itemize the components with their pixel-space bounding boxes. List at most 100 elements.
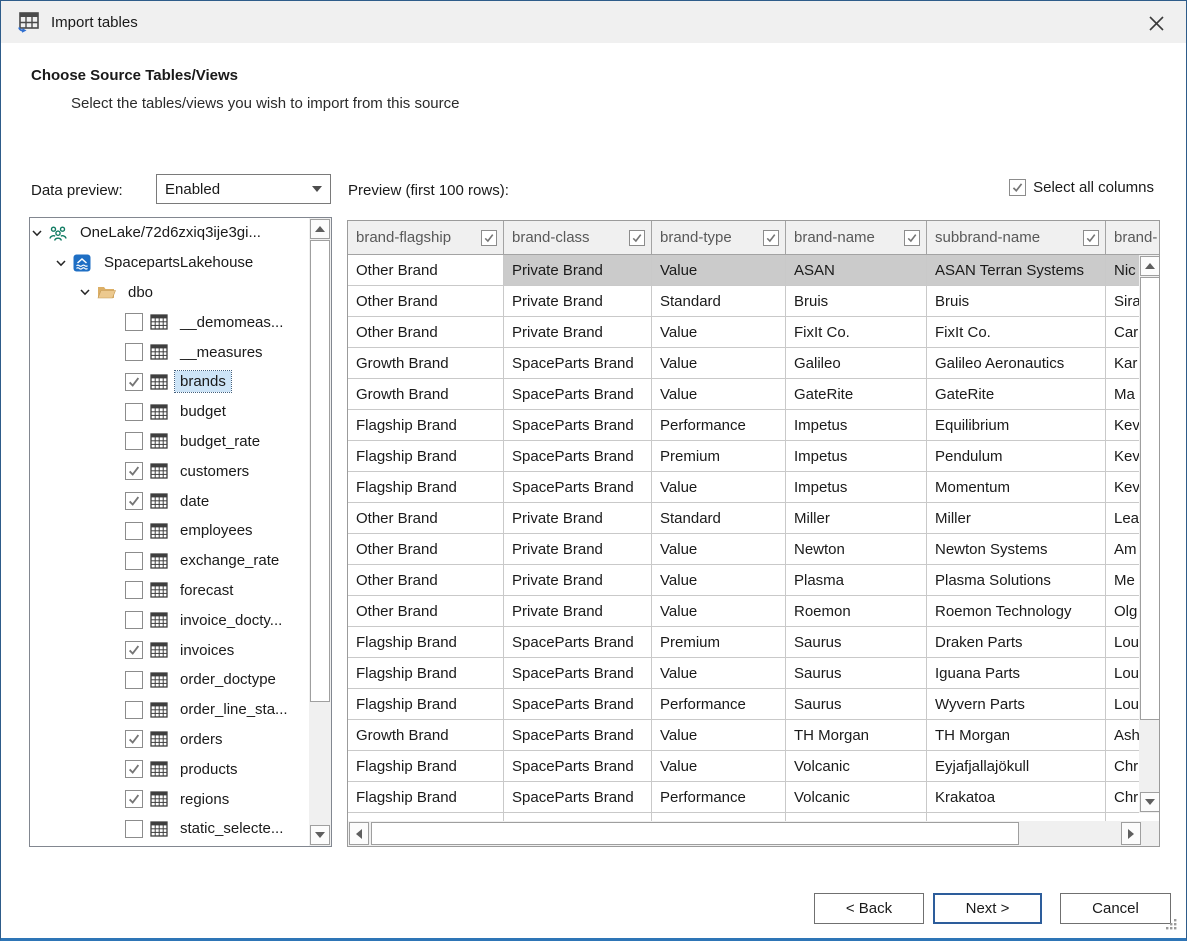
scroll-up-button[interactable] bbox=[310, 219, 330, 239]
table-cell[interactable]: Galileo Aeronautics bbox=[927, 348, 1106, 379]
table-cell[interactable]: Saurus bbox=[786, 627, 927, 658]
chevron-down-icon[interactable] bbox=[78, 285, 92, 299]
tree-item-label[interactable]: __demomeas... bbox=[175, 312, 288, 333]
table-cell[interactable]: SpaceParts Brand bbox=[504, 720, 652, 751]
table-cell[interactable]: Private Brand bbox=[504, 534, 652, 565]
tree-item-label[interactable]: regions bbox=[175, 789, 234, 810]
table-cell[interactable]: Saurus bbox=[786, 658, 927, 689]
close-button[interactable] bbox=[1142, 9, 1170, 37]
checked-checkbox-icon[interactable] bbox=[1083, 230, 1099, 246]
table-cell[interactable]: Eyjafjallajökull bbox=[927, 751, 1106, 782]
table-cell[interactable]: SpaceParts Brand bbox=[504, 627, 652, 658]
table-row[interactable]: Flagship BrandSpaceParts BrandValueImpet… bbox=[348, 472, 1159, 503]
scroll-down-button[interactable] bbox=[310, 825, 330, 845]
tree-item-label[interactable]: exchange_rate bbox=[175, 550, 284, 571]
table-cell[interactable]: Other Brand bbox=[348, 503, 504, 534]
table-cell[interactable]: Draken Parts bbox=[927, 627, 1106, 658]
table-cell[interactable]: Flagship Brand bbox=[348, 627, 504, 658]
table-cell[interactable]: Growth Brand bbox=[348, 379, 504, 410]
unchecked-checkbox-icon[interactable] bbox=[125, 820, 143, 838]
tree-item-label[interactable]: invoice_docty... bbox=[175, 610, 287, 631]
table-cell[interactable]: Plasma bbox=[786, 565, 927, 596]
table-cell[interactable]: Private Brand bbox=[504, 503, 652, 534]
checked-checkbox-icon[interactable] bbox=[125, 492, 143, 510]
select-all-columns-checkbox[interactable]: Select all columns bbox=[1009, 179, 1154, 196]
table-cell[interactable]: ASAN bbox=[786, 255, 927, 286]
table-cell[interactable]: Flagship Brand bbox=[348, 689, 504, 720]
table-cell[interactable]: Performance bbox=[652, 410, 786, 441]
table-cell[interactable]: Other Brand bbox=[348, 534, 504, 565]
tree-item-customers[interactable]: customers bbox=[30, 456, 309, 486]
scroll-up-button[interactable] bbox=[1140, 256, 1160, 276]
table-cell[interactable]: Premium bbox=[652, 441, 786, 472]
tree-item-static_selecte[interactable]: static_selecte... bbox=[30, 814, 309, 844]
table-cell[interactable]: FixIt Co. bbox=[786, 317, 927, 348]
table-cell[interactable]: Value bbox=[652, 596, 786, 627]
tree-item-label[interactable]: customers bbox=[175, 461, 254, 482]
checked-checkbox-icon[interactable] bbox=[125, 462, 143, 480]
table-cell[interactable]: TH Morgan bbox=[786, 720, 927, 751]
table-cell[interactable]: Performance bbox=[652, 782, 786, 813]
checked-checkbox-icon[interactable] bbox=[904, 230, 920, 246]
tree-item-label[interactable]: order_doctype bbox=[175, 669, 281, 690]
table-cell[interactable]: GateRite bbox=[927, 379, 1106, 410]
tree-node-onelake[interactable]: OneLake/72d6zxiq3ije3gi... bbox=[30, 218, 309, 248]
table-row[interactable]: Flagship BrandSpaceParts BrandPerformanc… bbox=[348, 689, 1159, 720]
table-cell[interactable]: Volcanic bbox=[786, 782, 927, 813]
tree-item-label[interactable]: budget bbox=[175, 401, 231, 422]
tree-item-order_doctype[interactable]: order_doctype bbox=[30, 665, 309, 695]
tree-item-label[interactable]: static_selecte... bbox=[175, 818, 288, 839]
column-header-subbrand-name[interactable]: subbrand-name bbox=[927, 221, 1106, 254]
table-cell[interactable]: Private Brand bbox=[504, 317, 652, 348]
unchecked-checkbox-icon[interactable] bbox=[125, 611, 143, 629]
table-row[interactable]: Flagship BrandSpaceParts BrandValueVolca… bbox=[348, 751, 1159, 782]
unchecked-checkbox-icon[interactable] bbox=[125, 522, 143, 540]
table-cell[interactable]: TH Morgan bbox=[927, 720, 1106, 751]
table-cell[interactable]: FixIt Co. bbox=[927, 317, 1106, 348]
table-vertical-scrollbar[interactable] bbox=[1139, 255, 1160, 813]
table-cell[interactable]: Newton bbox=[786, 534, 927, 565]
unchecked-checkbox-icon[interactable] bbox=[125, 313, 143, 331]
table-row[interactable]: Growth BrandSpaceParts BrandValueTH Morg… bbox=[348, 720, 1159, 751]
table-cell[interactable]: GateRite bbox=[786, 379, 927, 410]
table-cell[interactable]: Other Brand bbox=[348, 255, 504, 286]
table-horizontal-scrollbar[interactable] bbox=[348, 821, 1142, 846]
table-cell[interactable]: Flagship Brand bbox=[348, 410, 504, 441]
checked-checkbox-icon[interactable] bbox=[125, 641, 143, 659]
unchecked-checkbox-icon[interactable] bbox=[125, 343, 143, 361]
table-row[interactable]: Other BrandPrivate BrandStandardMillerMi… bbox=[348, 503, 1159, 534]
table-cell[interactable]: Plasma Solutions bbox=[927, 565, 1106, 596]
table-row[interactable]: Growth BrandSpaceParts BrandValueGateRit… bbox=[348, 379, 1159, 410]
table-vscrollbar-thumb[interactable] bbox=[1140, 277, 1160, 720]
tree-item-brands[interactable]: brands bbox=[30, 367, 309, 397]
column-header-brand-name[interactable]: brand-name bbox=[786, 221, 927, 254]
table-cell[interactable]: Krakatoa bbox=[927, 782, 1106, 813]
tree-item-order_line_sta[interactable]: order_line_sta... bbox=[30, 695, 309, 725]
checked-checkbox-icon[interactable] bbox=[125, 730, 143, 748]
table-cell[interactable]: Flagship Brand bbox=[348, 658, 504, 689]
table-cell[interactable]: Miller bbox=[927, 503, 1106, 534]
table-cell[interactable]: Newton Systems bbox=[927, 534, 1106, 565]
table-cell[interactable]: SpaceParts Brand bbox=[504, 782, 652, 813]
tree-item-label[interactable]: date bbox=[175, 491, 214, 512]
resize-grip[interactable] bbox=[1163, 916, 1179, 932]
checked-checkbox-icon[interactable] bbox=[629, 230, 645, 246]
unchecked-checkbox-icon[interactable] bbox=[125, 432, 143, 450]
table-row[interactable]: Other BrandPrivate BrandValueRoemonRoemo… bbox=[348, 596, 1159, 627]
table-row[interactable]: Other BrandPrivate BrandValuePlasmaPlasm… bbox=[348, 565, 1159, 596]
table-cell[interactable]: Flagship Brand bbox=[348, 472, 504, 503]
table-row[interactable]: Flagship BrandSpaceParts BrandPerformanc… bbox=[348, 410, 1159, 441]
tree-node-lakehouse[interactable]: SpacepartsLakehouse bbox=[30, 248, 309, 278]
tree-scrollbar-thumb[interactable] bbox=[310, 240, 330, 702]
checked-checkbox-icon[interactable] bbox=[125, 760, 143, 778]
tree-item-label[interactable]: __measures bbox=[175, 342, 268, 363]
table-row[interactable]: Flagship BrandSpaceParts BrandValueSauru… bbox=[348, 658, 1159, 689]
table-cell[interactable]: SpaceParts Brand bbox=[504, 689, 652, 720]
table-cell[interactable]: Value bbox=[652, 565, 786, 596]
table-cell[interactable]: Equilibrium bbox=[927, 410, 1106, 441]
tree-item-label[interactable]: employees bbox=[175, 520, 258, 541]
tree-item-label[interactable]: orders bbox=[175, 729, 228, 750]
table-cell[interactable]: SpaceParts Brand bbox=[504, 472, 652, 503]
table-cell[interactable]: Performance bbox=[652, 689, 786, 720]
table-cell[interactable]: Other Brand bbox=[348, 596, 504, 627]
